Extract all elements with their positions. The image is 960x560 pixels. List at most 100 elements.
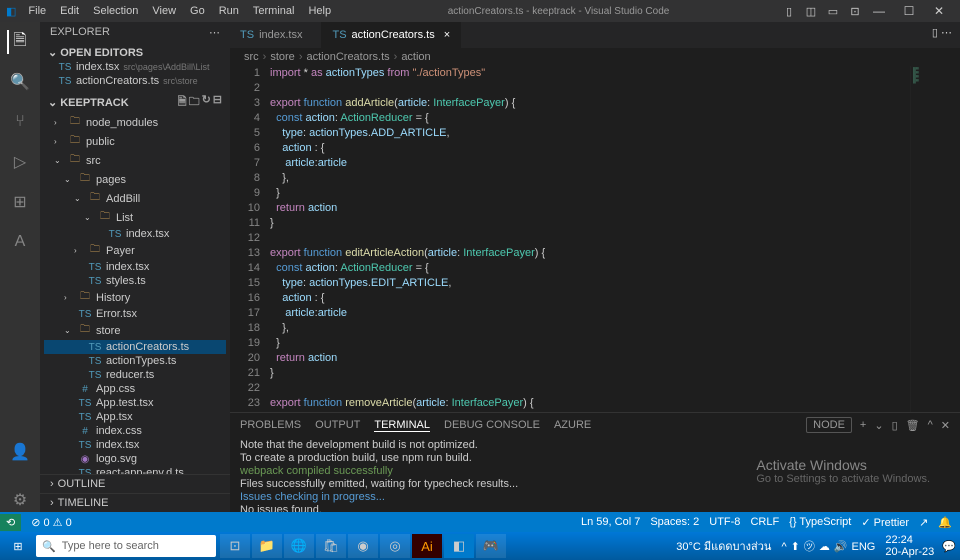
edge-app-icon[interactable]: 🌐 xyxy=(284,534,314,558)
status-item[interactable]: {} TypeScript xyxy=(789,516,851,528)
open-editors-section[interactable]: ⌄OPEN EDITORS xyxy=(44,45,226,60)
store-app-icon[interactable]: 🛍 xyxy=(316,534,346,558)
panel-tab-terminal[interactable]: TERMINAL xyxy=(374,419,430,432)
tray-icon[interactable]: ENG xyxy=(852,541,876,553)
start-button[interactable]: ⊞ xyxy=(4,534,32,558)
explorer-icon[interactable]: 🗎 xyxy=(7,30,31,54)
illustrator-app-icon[interactable]: Ai xyxy=(412,534,442,558)
taskview-icon[interactable]: ⊡ xyxy=(220,534,250,558)
collapse-icon[interactable]: ⊟ xyxy=(213,93,222,112)
new-folder-icon[interactable]: 🗀 xyxy=(189,93,200,112)
code-editor[interactable]: 1234567891011121314151617181920212223242… xyxy=(230,66,960,412)
new-terminal-icon[interactable]: + xyxy=(860,419,866,431)
maximize-panel-icon[interactable]: ^ xyxy=(928,419,933,431)
status-item[interactable]: Ln 59, Col 7 xyxy=(581,516,640,528)
tree-item[interactable]: TSreducer.ts xyxy=(44,368,226,382)
panel-tab-azure[interactable]: AZURE xyxy=(554,419,591,431)
customize-layout-icon[interactable]: ⊡ xyxy=(846,2,864,20)
toggle-panel-icon[interactable]: ▯ xyxy=(780,2,798,20)
tree-item[interactable]: TSindex.tsx xyxy=(44,227,226,241)
clock[interactable]: 22:2420-Apr-23 xyxy=(885,534,934,558)
panel-tab-output[interactable]: OUTPUT xyxy=(315,419,360,431)
breadcrumb[interactable]: src › store › actionCreators.ts › action xyxy=(230,48,960,66)
tree-item[interactable]: #App.css xyxy=(44,382,226,396)
tree-item[interactable]: TSactionCreators.ts xyxy=(44,340,226,354)
tree-item[interactable]: ⌄🗀List xyxy=(44,208,226,227)
tray-icon[interactable]: 🔊 xyxy=(834,541,848,553)
editor-tab[interactable]: TS actionCreators.ts × xyxy=(322,22,461,48)
app-icon[interactable]: 🎮 xyxy=(476,534,506,558)
remote-indicator[interactable]: ⟲ xyxy=(0,514,21,531)
kill-terminal-icon[interactable]: 🗑 xyxy=(906,419,920,432)
azure-icon[interactable]: A xyxy=(8,230,32,254)
explorer-app-icon[interactable]: 📁 xyxy=(252,534,282,558)
panel-tab-problems[interactable]: PROBLEMS xyxy=(240,419,301,431)
refresh-icon[interactable]: ↻ xyxy=(202,93,211,112)
open-editor-item[interactable]: TSindex.tsx src\pages\AddBill\List xyxy=(44,60,226,74)
notifications-icon[interactable]: 💬 xyxy=(942,540,956,553)
tree-item[interactable]: ⌄🗀AddBill xyxy=(44,189,226,208)
close-panel-icon[interactable]: ✕ xyxy=(941,419,950,432)
tree-item[interactable]: TSactionTypes.ts xyxy=(44,354,226,368)
vscode-app-icon[interactable]: ◧ xyxy=(444,534,474,558)
panel-tab-debug console[interactable]: DEBUG CONSOLE xyxy=(444,419,540,431)
tree-item[interactable]: ⌄🗀pages xyxy=(44,170,226,189)
tree-item[interactable]: ›🗀public xyxy=(44,132,226,151)
project-section[interactable]: ⌄KEEPTRACK 🗎 🗀 ↻ ⊟ xyxy=(44,92,226,113)
split-terminal-icon[interactable]: ▯ xyxy=(892,419,898,432)
accounts-icon[interactable]: 👤 xyxy=(8,440,32,464)
status-problems[interactable]: ⊘ 0 ⚠ 0 xyxy=(31,516,71,529)
menu-file[interactable]: File xyxy=(22,3,52,19)
minimize-button[interactable]: — xyxy=(864,0,894,22)
status-item[interactable]: ✓ Prettier xyxy=(861,516,909,529)
settings-icon[interactable]: ⚙ xyxy=(8,488,32,512)
source-control-icon[interactable]: ⑂ xyxy=(8,110,32,134)
terminal-dropdown-icon[interactable]: ⌄ xyxy=(874,419,883,432)
menu-go[interactable]: Go xyxy=(184,3,211,19)
more-icon[interactable]: ⋯ xyxy=(209,26,220,39)
tree-item[interactable]: #index.css xyxy=(44,424,226,438)
new-file-icon[interactable]: 🗎 xyxy=(178,93,187,112)
menu-edit[interactable]: Edit xyxy=(54,3,85,19)
status-item[interactable]: ↗ xyxy=(919,516,928,529)
menu-selection[interactable]: Selection xyxy=(87,3,144,19)
status-item[interactable]: Spaces: 2 xyxy=(650,516,699,528)
close-button[interactable]: ✕ xyxy=(924,0,954,22)
tree-item[interactable]: TSreact-app-env.d.ts xyxy=(44,466,226,474)
tray-icon[interactable]: ㋡ xyxy=(804,541,815,553)
more-actions-icon[interactable]: ⋯ xyxy=(941,27,952,39)
tree-item[interactable]: ⌄🗀src xyxy=(44,151,226,170)
split-editor-icon[interactable]: ▯ xyxy=(932,27,938,39)
status-item[interactable]: 🔔 xyxy=(938,516,952,529)
editor-tab[interactable]: TS index.tsx xyxy=(230,22,322,48)
menu-terminal[interactable]: Terminal xyxy=(247,3,301,19)
tray-icon[interactable]: ^ xyxy=(781,541,786,553)
chrome-app-icon[interactable]: ◎ xyxy=(380,534,410,558)
terminal-shell[interactable]: node xyxy=(806,417,852,433)
status-item[interactable]: UTF-8 xyxy=(709,516,740,528)
tray-icon[interactable]: ⬆ xyxy=(791,541,800,553)
tree-item[interactable]: ◉logo.svg xyxy=(44,452,226,466)
tree-item[interactable]: TSindex.tsx xyxy=(44,438,226,452)
maximize-button[interactable]: ☐ xyxy=(894,0,924,22)
run-debug-icon[interactable]: ▷ xyxy=(8,150,32,174)
tree-item[interactable]: ›🗀Payer xyxy=(44,241,226,260)
tree-item[interactable]: TSindex.tsx xyxy=(44,260,226,274)
status-item[interactable]: CRLF xyxy=(750,516,779,528)
tree-item[interactable]: TSApp.test.tsx xyxy=(44,396,226,410)
open-editor-item[interactable]: TSactionCreators.ts src\store xyxy=(44,74,226,88)
toggle-sidebar-icon[interactable]: ◫ xyxy=(802,2,820,20)
extensions-icon[interactable]: ⊞ xyxy=(8,190,32,214)
search-icon[interactable]: 🔍 xyxy=(8,70,32,94)
tree-item[interactable]: TSstyles.ts xyxy=(44,274,226,288)
tree-item[interactable]: ⌄🗀store xyxy=(44,321,226,340)
tree-item[interactable]: ›🗀node_modules xyxy=(44,113,226,132)
timeline-section[interactable]: ›TIMELINE xyxy=(40,493,230,512)
outline-section[interactable]: ›OUTLINE xyxy=(40,474,230,493)
menu-help[interactable]: Help xyxy=(302,3,337,19)
taskbar-search[interactable]: 🔍 Type here to search xyxy=(36,535,216,557)
steam-app-icon[interactable]: ◉ xyxy=(348,534,378,558)
menu-run[interactable]: Run xyxy=(213,3,245,19)
tree-item[interactable]: TSError.tsx xyxy=(44,307,226,321)
toggle-secondary-icon[interactable]: ▭ xyxy=(824,2,842,20)
